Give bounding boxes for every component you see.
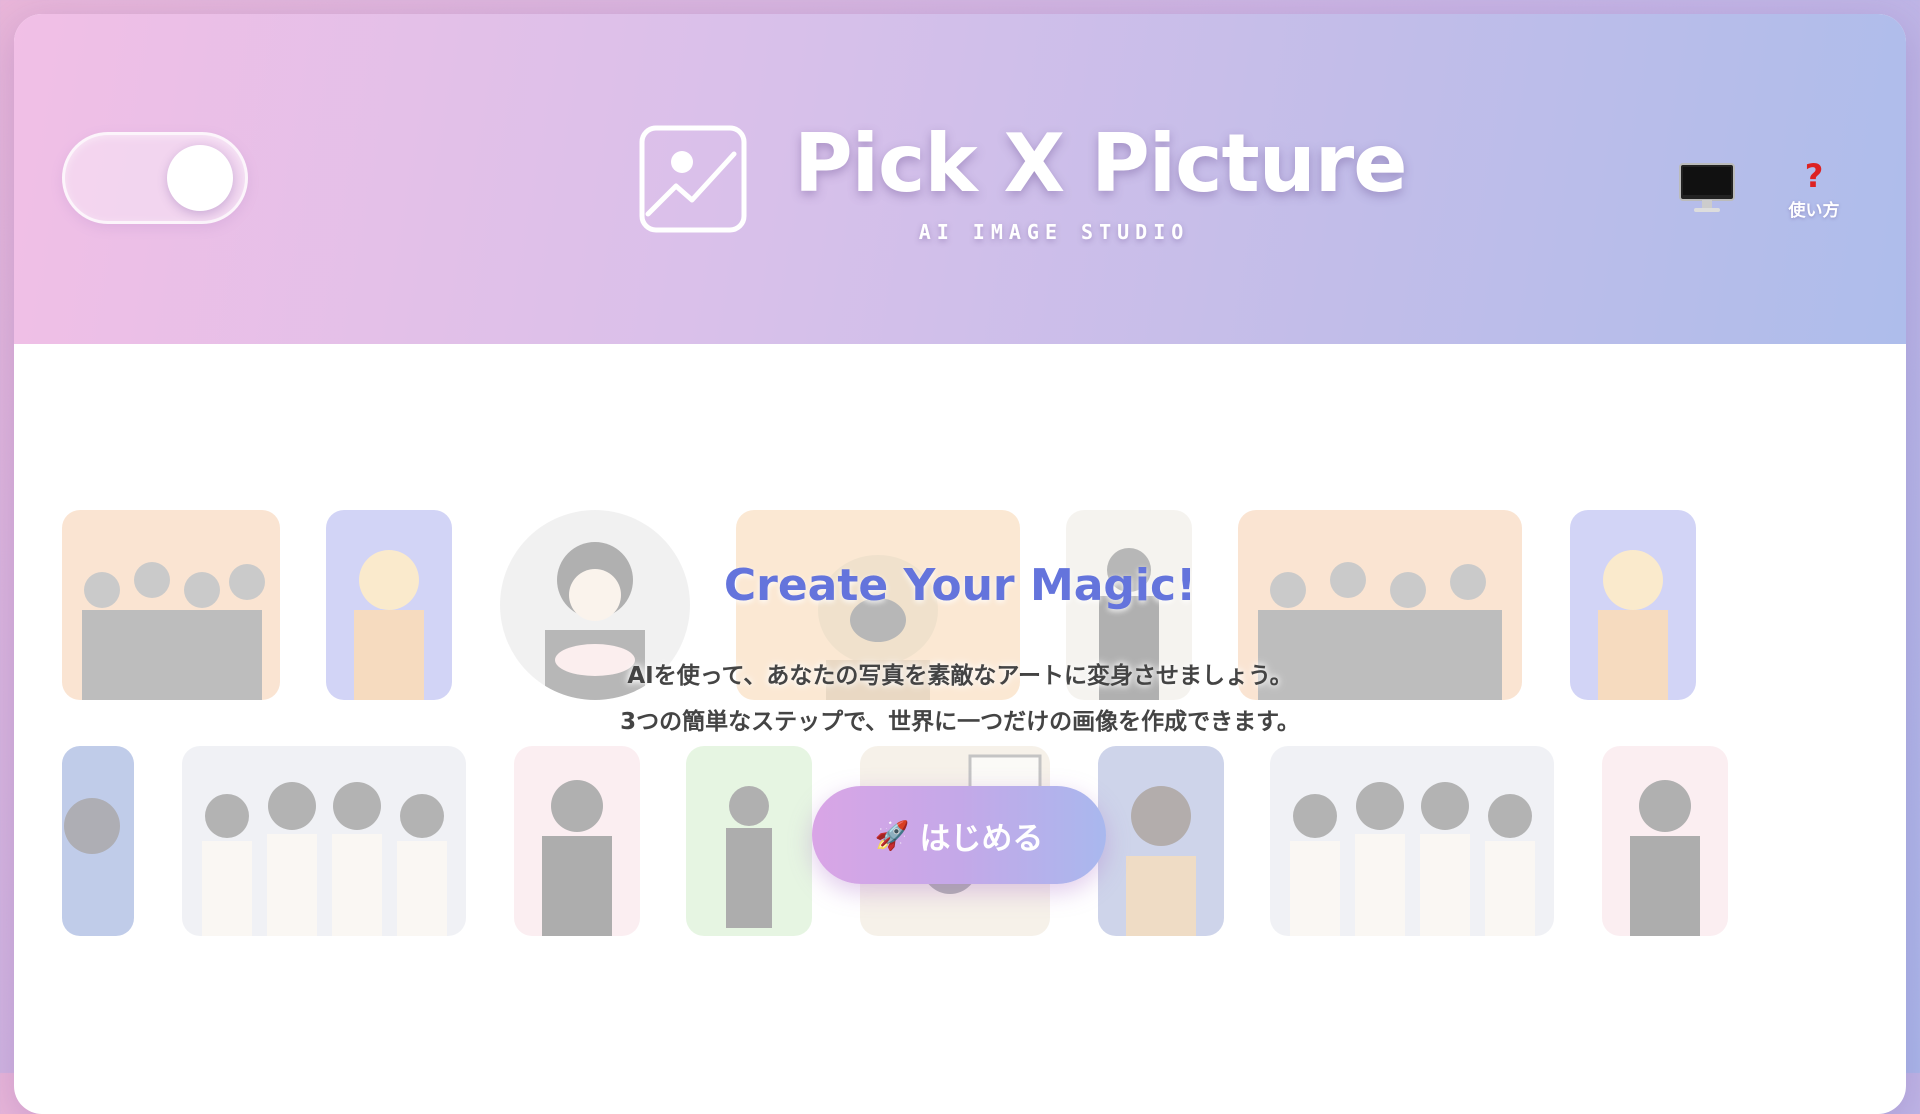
- rocket-icon: 🚀: [874, 819, 910, 851]
- hero-title: Create Your Magic!: [723, 560, 1197, 611]
- gallery-thumbnail: [62, 746, 134, 936]
- app-title: Pick X Picture: [794, 117, 1407, 210]
- gallery-thumbnail: [686, 746, 812, 936]
- image-icon: [638, 124, 748, 234]
- toggle-knob: [167, 145, 233, 211]
- theme-toggle[interactable]: [62, 132, 248, 224]
- help-label: 使い方: [1788, 201, 1840, 221]
- header: Pick X Picture AI IMAGE STUDIO ? 使い方: [14, 14, 1906, 344]
- help-button[interactable]: ? 使い方: [1772, 160, 1856, 230]
- start-button-label: はじめる: [919, 820, 1044, 856]
- gallery-thumbnail: [1098, 746, 1224, 936]
- hero-description-line-2: 3つの簡単なステップで、世界に一つだけの画像を作成できます。: [620, 709, 1300, 735]
- gallery-thumbnail: [514, 746, 640, 936]
- question-icon: ?: [1804, 157, 1824, 195]
- gallery-thumbnail: [182, 746, 466, 936]
- monitor-icon[interactable]: [1678, 162, 1736, 216]
- app-subtitle: AI IMAGE STUDIO: [918, 220, 1190, 244]
- gallery-thumbnail: [1602, 746, 1728, 936]
- start-button[interactable]: 🚀 はじめる: [812, 786, 1106, 884]
- gallery-thumbnail: [1270, 746, 1554, 936]
- hero-description-line-1: AIを使って、あなたの写真を素敵なアートに変身させましょう。: [627, 663, 1293, 689]
